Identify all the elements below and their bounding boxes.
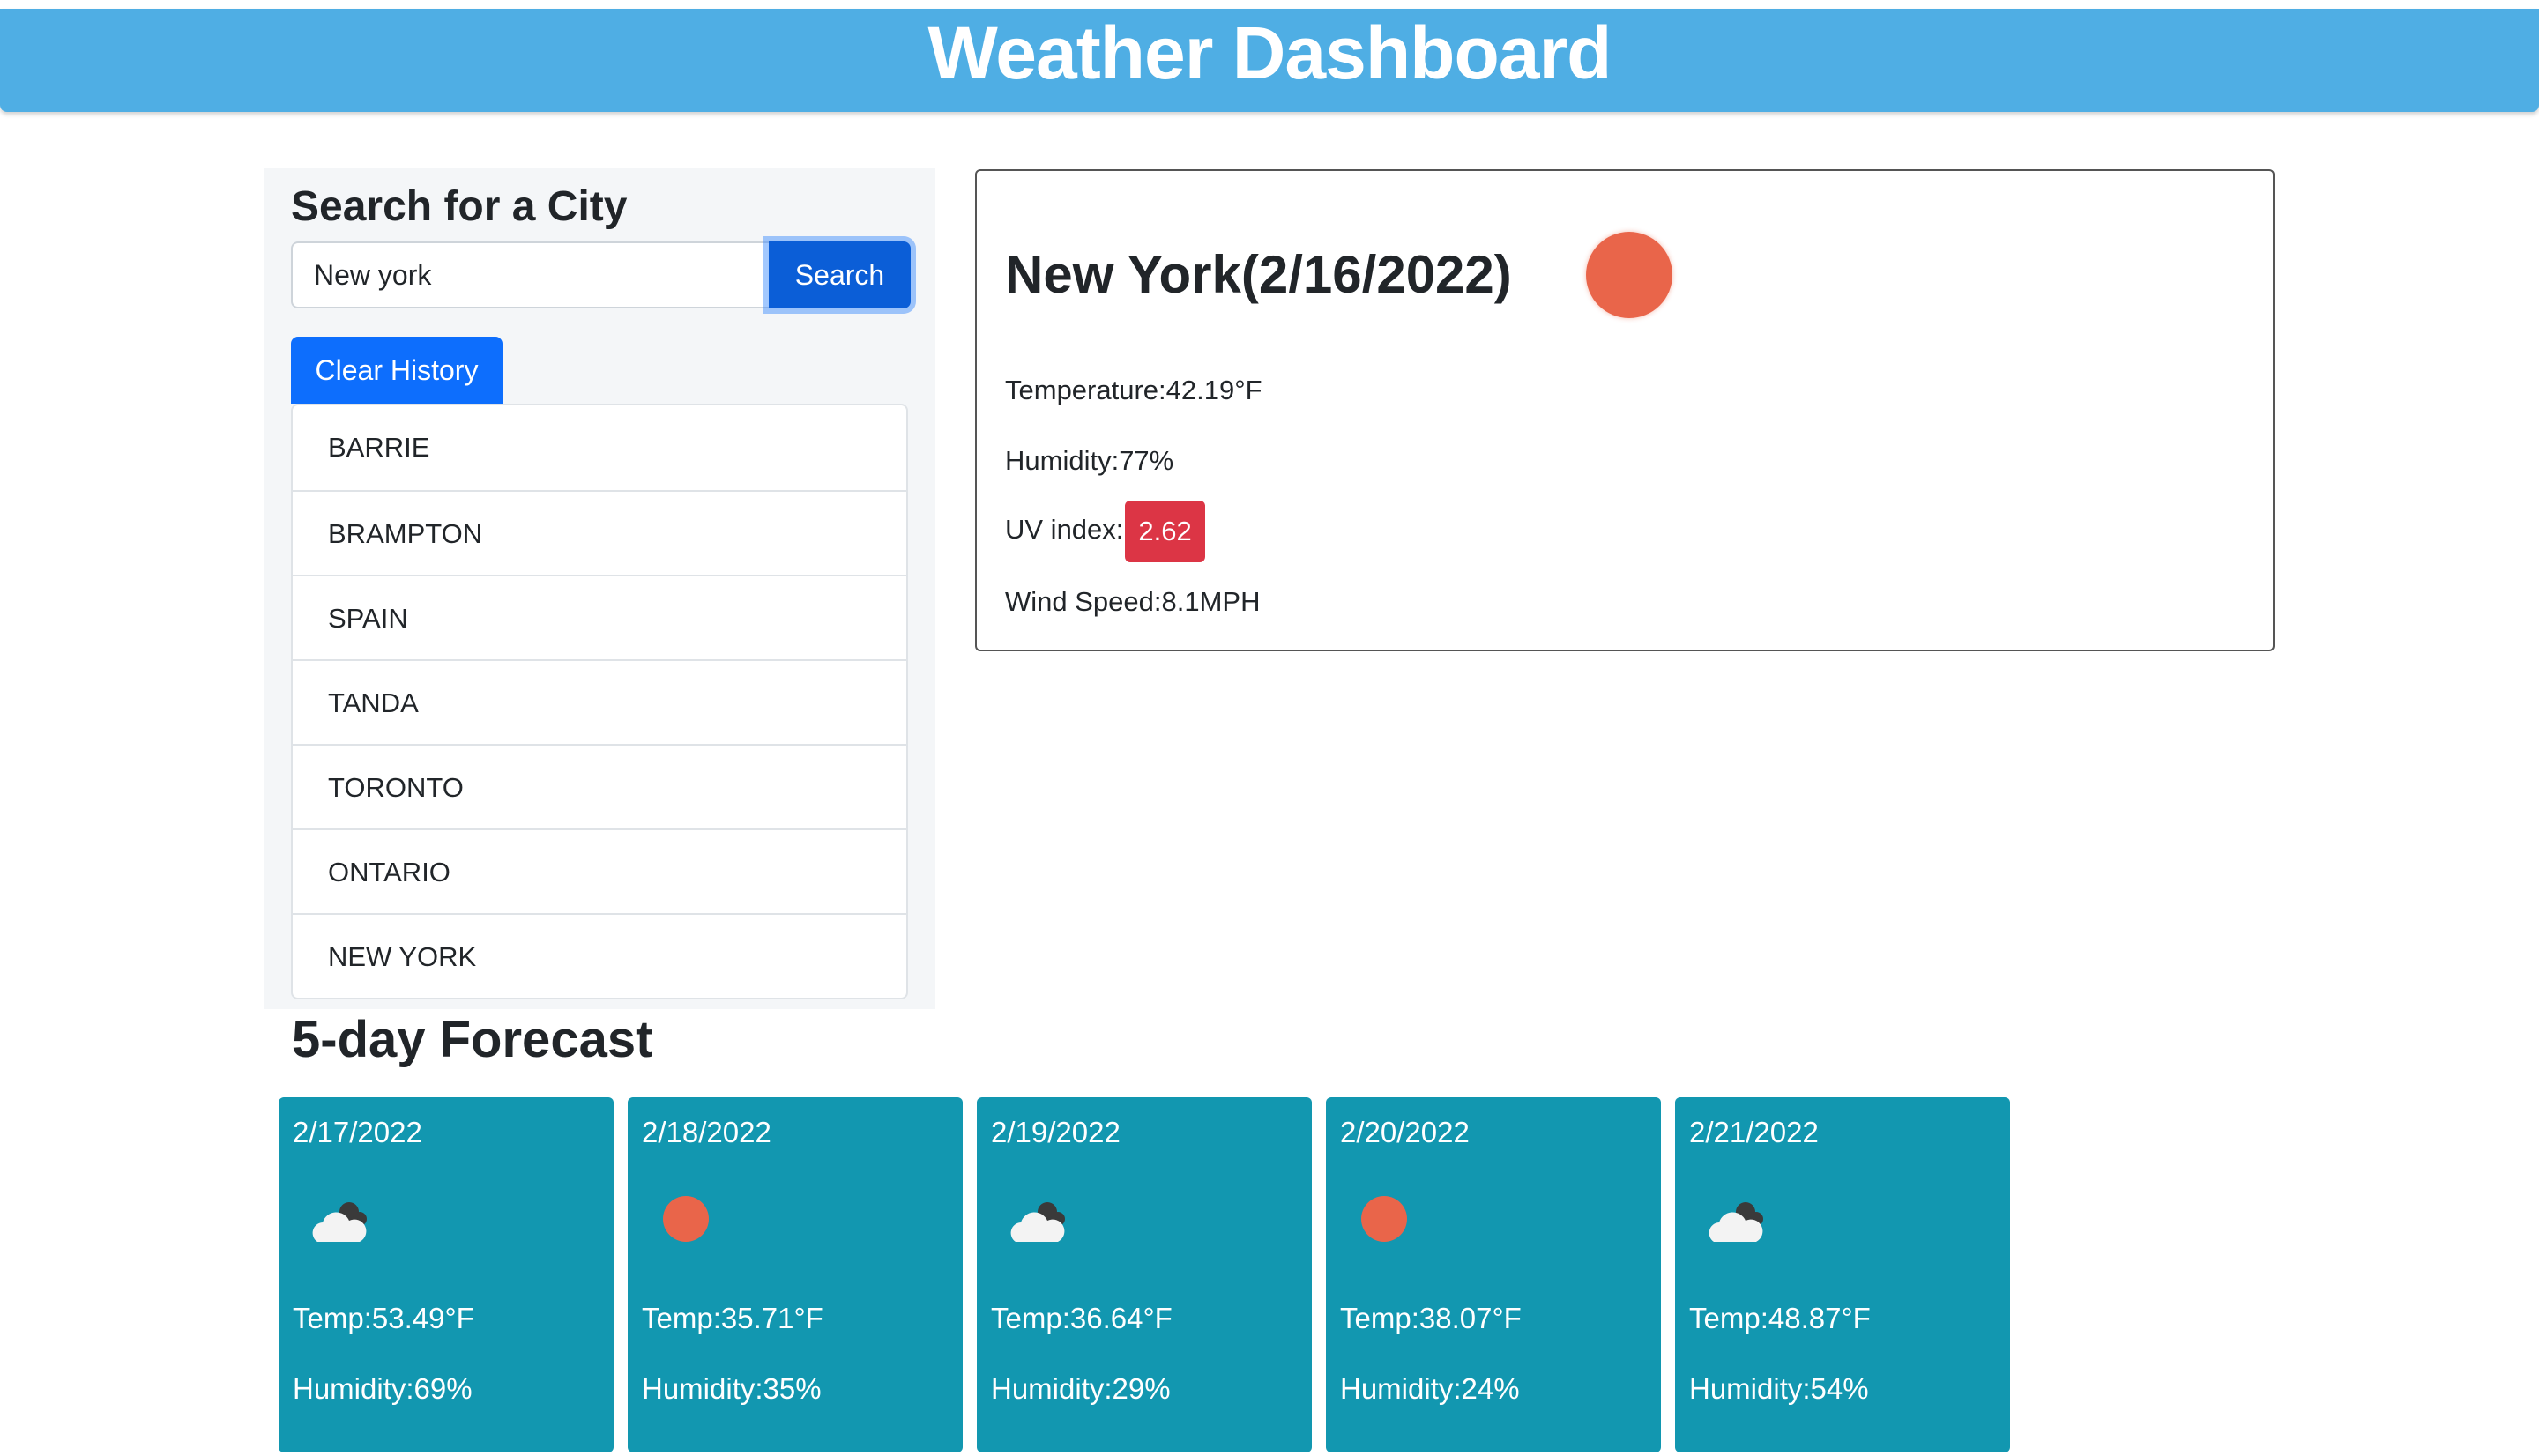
city-search-input[interactable] xyxy=(291,241,769,308)
uv-label: UV index: xyxy=(1005,514,1124,545)
history-item-tanda[interactable]: TANDA xyxy=(293,659,906,744)
page-header: Weather Dashboard xyxy=(0,9,2539,112)
history-item-ontario[interactable]: ONTARIO xyxy=(293,828,906,913)
current-uv-row: UV index: 2.62 xyxy=(1005,499,1205,562)
search-heading: Search for a City xyxy=(291,183,628,230)
current-weather-card: New York(2/16/2022) Temperature:42.19°F … xyxy=(975,169,2275,651)
forecast-temp: Temp:48.87°F xyxy=(1689,1302,1871,1334)
sun-icon xyxy=(1352,1196,1423,1249)
forecast-date: 2/21/2022 xyxy=(1689,1116,1819,1148)
search-history-list: BARRIE BRAMPTON SPAIN TANDA TORONTO ONTA… xyxy=(291,404,908,999)
cloud-icon xyxy=(305,1196,376,1249)
forecast-temp: Temp:38.07°F xyxy=(1340,1302,1522,1334)
forecast-date: 2/17/2022 xyxy=(293,1116,422,1148)
search-panel: Search for a City Search Clear History B… xyxy=(264,168,935,1009)
history-item-barrie[interactable]: BARRIE xyxy=(293,405,906,490)
history-item-spain[interactable]: SPAIN xyxy=(293,575,906,659)
current-city-title: New York(2/16/2022) xyxy=(1005,245,1512,304)
forecast-temp: Temp:53.49°F xyxy=(293,1302,474,1334)
sun-icon xyxy=(654,1196,725,1249)
history-item-toronto[interactable]: TORONTO xyxy=(293,744,906,828)
cloud-icon xyxy=(1003,1196,1074,1249)
sun-icon xyxy=(1586,232,1672,318)
current-wind-speed: Wind Speed:8.1MPH xyxy=(1005,586,1261,617)
forecast-humidity: Humidity:35% xyxy=(642,1372,822,1405)
forecast-temp: Temp:35.71°F xyxy=(642,1302,823,1334)
current-humidity: Humidity:77% xyxy=(1005,445,1174,476)
cloud-icon xyxy=(1701,1196,1772,1249)
forecast-card: 2/21/2022 Temp:48.87°F Humidity:54% xyxy=(1675,1097,2010,1452)
forecast-temp: Temp:36.64°F xyxy=(991,1302,1173,1334)
forecast-humidity: Humidity:69% xyxy=(293,1372,473,1405)
clear-history-button[interactable]: Clear History xyxy=(291,337,503,404)
forecast-date: 2/18/2022 xyxy=(642,1116,771,1148)
forecast-card: 2/17/2022 Temp:53.49°F Humidity:69% xyxy=(279,1097,614,1452)
search-form: Search xyxy=(291,241,911,308)
uv-index-badge: 2.62 xyxy=(1125,500,1205,562)
forecast-humidity: Humidity:29% xyxy=(991,1372,1171,1405)
current-temperature: Temperature:42.19°F xyxy=(1005,375,1262,405)
forecast-humidity: Humidity:24% xyxy=(1340,1372,1520,1405)
forecast-card: 2/20/2022 Temp:38.07°F Humidity:24% xyxy=(1326,1097,1661,1452)
page-title: Weather Dashboard xyxy=(927,11,1612,94)
forecast-heading: 5-day Forecast xyxy=(292,1011,653,1068)
history-item-brampton[interactable]: BRAMPTON xyxy=(293,490,906,575)
forecast-date: 2/20/2022 xyxy=(1340,1116,1470,1148)
history-item-new-york[interactable]: NEW YORK xyxy=(293,913,906,998)
forecast-card: 2/19/2022 Temp:36.64°F Humidity:29% xyxy=(977,1097,1312,1452)
forecast-card: 2/18/2022 Temp:35.71°F Humidity:35% xyxy=(628,1097,963,1452)
forecast-date: 2/19/2022 xyxy=(991,1116,1121,1148)
search-button[interactable]: Search xyxy=(769,241,911,308)
forecast-humidity: Humidity:54% xyxy=(1689,1372,1869,1405)
